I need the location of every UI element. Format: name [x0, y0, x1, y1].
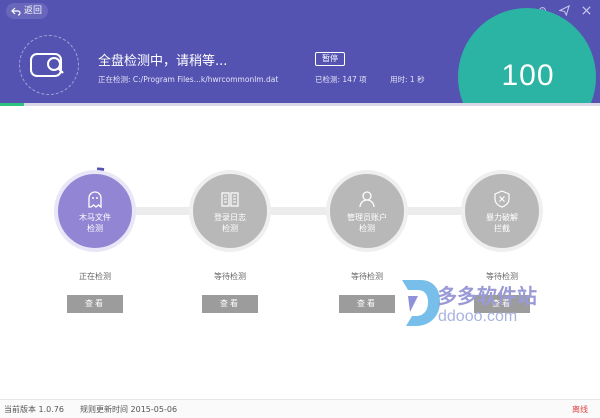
watermark-url: ddooo.com	[438, 308, 518, 325]
step-label-line1: 木马文件	[79, 212, 111, 222]
step-status: 等待检测	[351, 272, 383, 281]
scan-title: 全盘检测中，请稍等...	[98, 54, 228, 69]
book-icon	[221, 191, 239, 207]
step-status: 正在检测	[79, 272, 111, 281]
step-label: 管理员账户 检测	[337, 212, 397, 234]
step-admin-account: 管理员账户 检测	[326, 170, 408, 252]
rule-update-label: 规则更新时间 2015-05-06	[80, 405, 178, 414]
user-icon	[359, 190, 375, 207]
step-label-line2: 拦截	[494, 223, 510, 233]
step-label-line1: 登录日志	[214, 212, 246, 222]
step-label: 登录日志 检测	[200, 212, 260, 234]
scan-progress-bar	[0, 103, 600, 106]
step-label-line2: 检测	[87, 223, 103, 233]
pause-button[interactable]: 暂停	[315, 52, 345, 66]
checked-count: 已检测: 147 项	[315, 75, 367, 84]
scan-progress-fill	[0, 103, 24, 106]
disk-scan-icon	[30, 53, 64, 77]
step-status: 等待检测	[214, 272, 246, 281]
step-label-line1: 暴力破解	[486, 212, 518, 222]
send-icon[interactable]	[558, 4, 570, 16]
step-brute-force: 暴力破解 拦截	[461, 170, 543, 252]
offline-status[interactable]: 离线	[572, 404, 588, 415]
ghost-icon	[88, 190, 102, 208]
back-button[interactable]: 返回	[6, 3, 49, 19]
version-label: 当前版本 1.0.76	[4, 405, 64, 414]
step-label: 暴力破解 拦截	[472, 212, 532, 234]
scan-animation	[19, 35, 79, 95]
step-connector	[95, 207, 505, 215]
shield-x-icon	[494, 189, 510, 208]
view-button[interactable]: 查看	[67, 295, 123, 313]
step-label-line2: 检测	[222, 223, 238, 233]
current-file: 正在检测: C:/Program Files...k/hwrcommonlm.d…	[98, 74, 278, 85]
score-value: 100	[501, 59, 555, 92]
step-label: 木马文件 检测	[65, 212, 125, 234]
status-bar: 当前版本 1.0.76 规则更新时间 2015-05-06 离线	[0, 399, 600, 418]
back-arrow-icon	[11, 7, 21, 16]
step-login-log: 登录日志 检测	[189, 170, 271, 252]
scanning-label: 正在检测:	[98, 75, 131, 84]
view-button[interactable]: 查看	[202, 295, 258, 313]
scan-header: 返回 全盘检测中，请稍等... 暂停 正在检测: C:/Program File…	[0, 0, 600, 103]
elapsed-time: 用时: 1 秒	[390, 75, 425, 84]
view-button[interactable]: 查看	[339, 295, 395, 313]
back-button-label: 返回	[24, 6, 43, 16]
scanning-path: C:/Program Files...k/hwrcommonlm.dat	[132, 75, 279, 84]
step-trojan-scan: 木马文件 检测	[54, 170, 136, 252]
watermark-name: 多多软件站	[437, 284, 537, 308]
close-icon[interactable]	[580, 4, 592, 16]
step-label-line2: 检测	[359, 223, 375, 233]
step-label-line1: 管理员账户	[347, 212, 387, 222]
